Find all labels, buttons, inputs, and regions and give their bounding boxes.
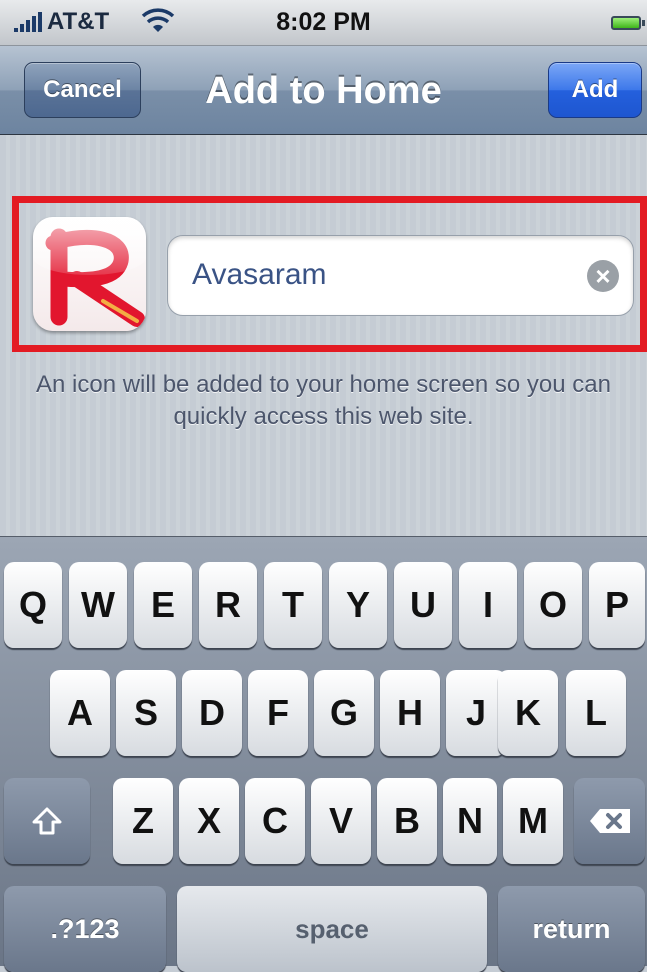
key-y[interactable]: Y <box>329 562 387 648</box>
shift-key[interactable] <box>4 778 90 864</box>
key-o[interactable]: O <box>524 562 582 648</box>
status-bar: AT&T 8:02 PM <box>0 0 647 46</box>
key-c[interactable]: C <box>245 778 305 864</box>
key-l[interactable]: L <box>566 670 626 756</box>
key-h[interactable]: H <box>380 670 440 756</box>
key-q[interactable]: Q <box>4 562 62 648</box>
key-n[interactable]: N <box>443 778 497 864</box>
keyboard: Q W E R T Y U I O P A S D F G H J K L Z … <box>0 536 647 972</box>
key-a[interactable]: A <box>50 670 110 756</box>
battery-icon <box>611 16 645 30</box>
shortcut-name-value: Avasaram <box>192 258 327 291</box>
key-r[interactable]: R <box>199 562 257 648</box>
key-z[interactable]: Z <box>113 778 173 864</box>
key-x[interactable]: X <box>179 778 239 864</box>
add-to-home-form: Avasaram × An icon will be added to your… <box>0 135 647 536</box>
key-v[interactable]: V <box>311 778 371 864</box>
key-d[interactable]: D <box>182 670 242 756</box>
backspace-icon <box>589 809 630 833</box>
key-g[interactable]: G <box>314 670 374 756</box>
numbers-key[interactable]: .?123 <box>4 886 166 972</box>
key-b[interactable]: B <box>377 778 437 864</box>
clear-text-icon[interactable]: × <box>587 260 619 292</box>
key-k[interactable]: K <box>498 670 558 756</box>
add-button[interactable]: Add <box>548 62 642 118</box>
key-f[interactable]: F <box>248 670 308 756</box>
return-key[interactable]: return <box>498 886 645 972</box>
key-t[interactable]: T <box>264 562 322 648</box>
space-key[interactable]: space <box>177 886 487 972</box>
shortcut-name-field[interactable]: Avasaram × <box>167 235 634 316</box>
key-j[interactable]: J <box>446 670 506 756</box>
key-e[interactable]: E <box>134 562 192 648</box>
hint-text: An icon will be added to your home scree… <box>35 371 611 430</box>
delete-key[interactable] <box>574 778 645 864</box>
status-time: 8:02 PM <box>276 8 371 36</box>
key-p[interactable]: P <box>589 562 645 648</box>
key-m[interactable]: M <box>503 778 563 864</box>
navigation-bar: Cancel Add to Home Add <box>0 46 647 135</box>
key-u[interactable]: U <box>394 562 452 648</box>
key-i[interactable]: I <box>459 562 517 648</box>
shift-icon <box>32 807 62 835</box>
key-w[interactable]: W <box>69 562 127 648</box>
avasaram-app-icon <box>33 217 146 331</box>
key-s[interactable]: S <box>116 670 176 756</box>
